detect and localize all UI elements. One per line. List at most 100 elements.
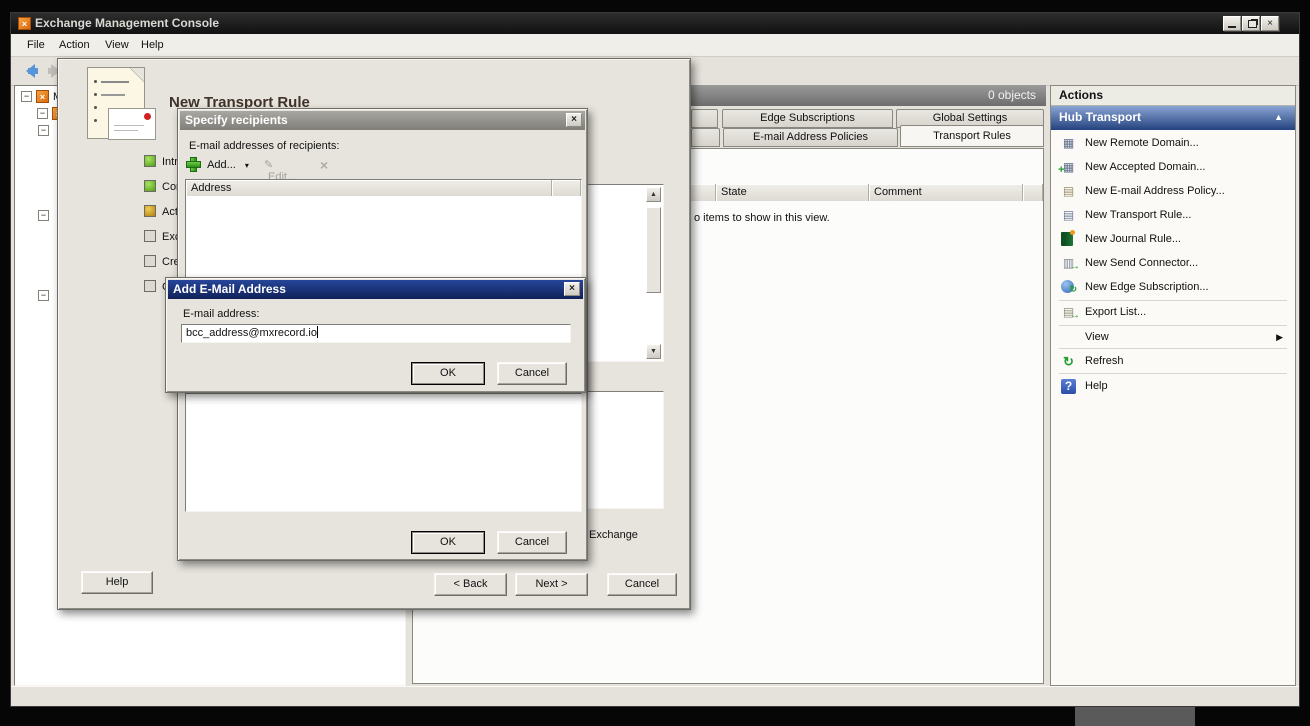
- separator: [1059, 325, 1287, 326]
- journal-rule-icon: [1061, 232, 1073, 246]
- dialog-title: Specify recipients: [185, 113, 288, 127]
- window-titlebar: × Exchange Management Console ×: [11, 13, 1299, 34]
- restore-button[interactable]: [1242, 16, 1260, 31]
- tree-exchange-icon: ×: [36, 90, 49, 103]
- action-new-edge-subscription[interactable]: New Edge Subscription...: [1053, 277, 1293, 299]
- action-export-list[interactable]: Export List...: [1053, 302, 1293, 324]
- action-help[interactable]: ?Help: [1053, 376, 1293, 398]
- wizard-help-button[interactable]: Help: [81, 571, 153, 594]
- column-header-blank[interactable]: [552, 180, 581, 196]
- recipients-secondary-box[interactable]: [185, 393, 582, 512]
- action-new-email-address-policy[interactable]: New E-mail Address Policy...: [1053, 181, 1293, 203]
- close-button[interactable]: ×: [1261, 16, 1279, 31]
- envelope-icon: [108, 108, 156, 140]
- empty-view-text: o items to show in this view.: [694, 212, 830, 224]
- add-button[interactable]: Add... ▾: [187, 158, 257, 171]
- separator: [1059, 300, 1287, 301]
- scrollbar-thumb[interactable]: [646, 207, 661, 293]
- action-new-send-connector[interactable]: New Send Connector...: [1053, 253, 1293, 275]
- menu-file[interactable]: File: [23, 39, 49, 51]
- help-icon: ?: [1061, 379, 1076, 394]
- recipients-ok-button[interactable]: OK: [411, 531, 485, 554]
- menu-action[interactable]: Action: [55, 39, 94, 51]
- transport-rule-icon: [1061, 208, 1076, 223]
- minimize-icon: [1228, 26, 1236, 28]
- submenu-arrow-icon: ▶: [1276, 332, 1283, 343]
- export-list-icon: [1061, 305, 1076, 320]
- column-header-comment[interactable]: Comment: [869, 184, 1023, 201]
- dialog-titlebar: Specify recipients ×: [180, 111, 585, 130]
- action-refresh[interactable]: ↻Refresh: [1053, 351, 1293, 373]
- actions-pane-title: Actions: [1051, 86, 1295, 106]
- email-address-input[interactable]: bcc_address@mxrecord.io: [181, 324, 571, 343]
- exchange-logo-icon: ×: [18, 17, 31, 30]
- email-address-label: E-mail address:: [183, 308, 259, 320]
- text-caret: [317, 326, 318, 338]
- send-connector-icon: [1061, 256, 1076, 271]
- collapse-icon: ▲: [1274, 106, 1283, 129]
- scroll-down-icon[interactable]: ▼: [646, 344, 661, 359]
- tree-expander[interactable]: −: [38, 290, 49, 301]
- hub-transport-section-header[interactable]: Hub Transport ▲: [1051, 106, 1295, 130]
- screen: × Exchange Management Console × File Act…: [0, 0, 1310, 726]
- taskbar-fragment: [1075, 707, 1195, 726]
- back-icon[interactable]: [19, 64, 41, 78]
- action-view[interactable]: View▶: [1053, 327, 1293, 349]
- wizard-next-button[interactable]: Next >: [515, 573, 588, 596]
- step-indicator-pending: [144, 255, 156, 267]
- dialog-titlebar: Add E-Mail Address ×: [168, 280, 583, 299]
- status-bar: [11, 686, 1299, 706]
- close-icon[interactable]: ×: [566, 113, 582, 127]
- wizard-back-button[interactable]: < Back: [434, 573, 507, 596]
- input-value: bcc_address@mxrecord.io: [186, 327, 317, 339]
- tab-stub[interactable]: [691, 128, 720, 147]
- menu-help[interactable]: Help: [137, 39, 168, 51]
- restore-icon: [1248, 20, 1257, 28]
- add-plus-icon: [187, 158, 200, 171]
- tab-stub[interactable]: [691, 109, 718, 128]
- step-indicator-completed: [144, 155, 156, 167]
- description-fragment: Exchange: [589, 529, 638, 541]
- separator: [1059, 348, 1287, 349]
- step-indicator-completed: [144, 180, 156, 192]
- menu-view[interactable]: View: [101, 39, 133, 51]
- close-icon[interactable]: ×: [564, 282, 580, 296]
- tree-expander[interactable]: −: [21, 91, 32, 102]
- accepted-domain-icon: [1061, 160, 1076, 175]
- tab-email-address-policies[interactable]: E-mail Address Policies: [723, 128, 898, 147]
- dropdown-icon: ▾: [245, 161, 249, 170]
- tab-edge-subscriptions[interactable]: Edge Subscriptions: [722, 109, 893, 128]
- action-new-accepted-domain[interactable]: New Accepted Domain...: [1053, 157, 1293, 179]
- step-indicator-current: [144, 205, 156, 217]
- action-new-remote-domain[interactable]: New Remote Domain...: [1053, 133, 1293, 155]
- wizard-document-icon: [87, 67, 145, 139]
- delete-icon: ×: [320, 157, 328, 173]
- recipients-cancel-button[interactable]: Cancel: [497, 531, 567, 554]
- recipients-label: E-mail addresses of recipients:: [189, 140, 339, 152]
- actions-pane: Actions Hub Transport ▲ New Remote Domai…: [1050, 85, 1296, 686]
- minimize-button[interactable]: [1223, 16, 1241, 31]
- close-icon: ×: [1267, 18, 1273, 29]
- add-ok-button[interactable]: OK: [411, 362, 485, 385]
- refresh-icon: ↻: [1061, 354, 1076, 369]
- action-new-transport-rule[interactable]: New Transport Rule...: [1053, 205, 1293, 227]
- email-address-policy-icon: [1061, 184, 1076, 199]
- add-email-address-dialog: Add E-Mail Address × E-mail address: bcc…: [165, 277, 586, 393]
- tree-expander[interactable]: −: [38, 210, 49, 221]
- address-column-header[interactable]: Address: [186, 180, 552, 196]
- add-cancel-button[interactable]: Cancel: [497, 362, 567, 385]
- action-new-journal-rule[interactable]: New Journal Rule...: [1053, 229, 1293, 251]
- dialog-title: Add E-Mail Address: [173, 282, 286, 296]
- wizard-cancel-button[interactable]: Cancel: [607, 573, 677, 596]
- tab-transport-rules[interactable]: Transport Rules: [900, 125, 1044, 147]
- tree-expander[interactable]: −: [37, 108, 48, 119]
- menu-bar: File Action View Help: [11, 34, 1299, 57]
- tree-expander[interactable]: −: [38, 125, 49, 136]
- step-indicator-pending: [144, 230, 156, 242]
- window-title: Exchange Management Console: [35, 16, 219, 30]
- scroll-up-icon[interactable]: ▲: [646, 187, 661, 202]
- column-header-state[interactable]: State: [716, 184, 869, 201]
- edge-subscription-icon: [1061, 280, 1074, 293]
- step-indicator-pending: [144, 280, 156, 292]
- column-header-blank[interactable]: [1023, 184, 1043, 201]
